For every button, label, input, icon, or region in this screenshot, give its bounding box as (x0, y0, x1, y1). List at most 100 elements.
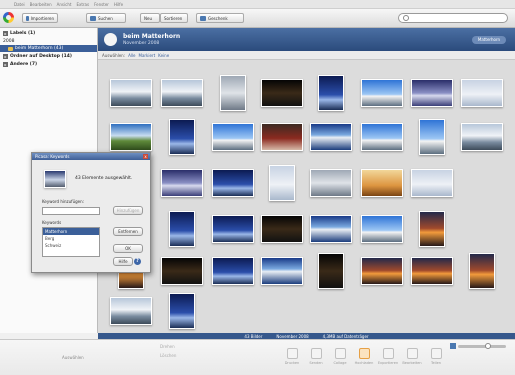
photo-thumbnail[interactable] (361, 257, 403, 285)
collapse-icon: ▸ (3, 31, 8, 36)
status-size: 4,3MB auf Datenträger (322, 333, 369, 339)
select-all-link[interactable]: Alle (128, 53, 135, 58)
collage-button[interactable]: Collage (330, 348, 350, 365)
photo-thumbnail[interactable] (212, 169, 254, 197)
import-button[interactable]: Importieren (22, 13, 58, 23)
ok-button[interactable]: OK (113, 244, 143, 253)
upload-icon (358, 348, 370, 359)
sidebar-item-album[interactable]: beim Matterhorn (43) (0, 45, 97, 52)
photo-thumbnail[interactable] (261, 123, 303, 151)
share-tool-button[interactable]: Teilen (426, 348, 446, 365)
photo-thumbnail[interactable] (261, 79, 303, 107)
photo-thumbnail[interactable] (361, 123, 403, 151)
photo-thumbnail[interactable] (212, 257, 254, 285)
selection-message: 43 Elemente ausgewählt. (75, 176, 133, 181)
keywords-list[interactable]: Matterhorn Berg Schweiz (42, 227, 100, 257)
photo-thumbnail[interactable] (110, 123, 152, 151)
select-marked-link[interactable]: Markiert (139, 53, 156, 58)
sidebar-other[interactable]: ▸ Andere (7) (0, 61, 97, 68)
send-button[interactable]: Senden (306, 348, 326, 365)
photo-thumbnail[interactable] (419, 119, 445, 155)
photo-thumbnail[interactable] (161, 257, 203, 285)
photo-thumbnail[interactable] (411, 257, 453, 285)
sidebar-labels[interactable]: ▸ Labels (1) (0, 30, 97, 37)
search-tool-button[interactable]: Suchen (86, 13, 126, 23)
remove-keyword-button[interactable]: Entfernen (113, 227, 143, 236)
photo-thumbnail[interactable] (318, 75, 344, 111)
close-icon[interactable]: x (143, 154, 148, 159)
photo-thumbnail[interactable] (261, 257, 303, 285)
edit-button[interactable]: Bearbeiten (402, 348, 422, 365)
tool-label: Drucken (284, 361, 300, 365)
menu-window[interactable]: Fenster (94, 2, 109, 7)
status-count: 43 Bilder (244, 333, 263, 339)
new-button[interactable]: Neu (140, 13, 160, 23)
photo-thumbnail[interactable] (169, 211, 195, 247)
upload-button[interactable]: Hochladen (354, 348, 374, 365)
photo-thumbnail[interactable] (361, 169, 403, 197)
share-icon (430, 348, 442, 359)
photo-tray: Auswählen Drehen Löschen Drucken Senden … (0, 339, 515, 375)
sort-button[interactable]: Sortieren (160, 13, 188, 23)
photo-thumbnail[interactable] (161, 169, 203, 197)
menu-file[interactable]: Datei (14, 2, 25, 7)
photo-thumbnail[interactable] (310, 215, 352, 243)
photo-thumbnail[interactable] (110, 297, 152, 325)
rotate-action[interactable]: Drehen (160, 344, 176, 353)
list-item[interactable]: Berg (43, 235, 99, 242)
photo-thumbnail[interactable] (212, 123, 254, 151)
photo-thumbnail[interactable] (419, 211, 445, 247)
zoom-knob[interactable] (485, 343, 491, 349)
help-button[interactable]: Hilfe (113, 257, 133, 266)
menu-tools[interactable]: Extras (76, 2, 89, 7)
tray-tools: Drucken Senden Collage Hochladen Exporti… (282, 348, 446, 365)
photo-thumbnail[interactable] (310, 169, 352, 197)
photo-thumbnail[interactable] (169, 119, 195, 155)
photo-thumbnail[interactable] (469, 253, 495, 289)
add-keyword-button[interactable]: Hinzufügen (113, 206, 143, 215)
tool-label: Exportieren (377, 361, 399, 365)
album-sort-pill[interactable]: Matterhorn (472, 36, 506, 44)
menu-bar: Datei Bearbeiten Ansicht Extras Fenster … (0, 0, 515, 9)
zoom-slider[interactable] (450, 343, 506, 349)
photo-thumbnail[interactable] (411, 169, 453, 197)
photo-thumbnail[interactable] (212, 215, 254, 243)
search-input[interactable] (398, 13, 508, 23)
list-item[interactable]: Schweiz (43, 242, 99, 249)
sidebar-year[interactable]: 2008 (0, 38, 97, 45)
share-button[interactable]: Geschenk (196, 13, 244, 23)
delete-action[interactable]: Löschen (160, 353, 176, 362)
menu-edit[interactable]: Bearbeiten (30, 2, 52, 7)
search-icon (403, 15, 409, 21)
select-none-link[interactable]: Keine (158, 53, 169, 58)
binoculars-icon (90, 15, 96, 21)
export-button[interactable]: Exportieren (378, 348, 398, 365)
photo-thumbnail[interactable] (110, 79, 152, 107)
sidebar-other-text: Andere (7) (10, 62, 38, 67)
edit-icon (406, 348, 418, 359)
photo-thumbnail[interactable] (411, 79, 453, 107)
search-tool-label: Suchen (98, 15, 113, 21)
photo-thumbnail[interactable] (361, 79, 403, 107)
tool-label: Hochladen (354, 361, 374, 365)
photo-thumbnail[interactable] (361, 215, 403, 243)
help-icon[interactable]: ? (134, 258, 141, 265)
photo-thumbnail[interactable] (261, 215, 303, 243)
menu-view[interactable]: Ansicht (57, 2, 72, 7)
expand-icon: ▸ (3, 62, 8, 67)
list-item[interactable]: Matterhorn (43, 228, 99, 235)
photo-thumbnail[interactable] (461, 79, 503, 107)
photo-thumbnail[interactable] (269, 165, 295, 201)
photo-thumbnail[interactable] (220, 75, 246, 111)
photo-thumbnail[interactable] (161, 79, 203, 107)
photo-thumbnail[interactable] (169, 293, 195, 329)
photo-thumbnail[interactable] (310, 123, 352, 151)
photo-thumbnail[interactable] (461, 123, 503, 151)
sidebar-desktop-folders[interactable]: ▸ Ordner auf Desktop (14) (0, 53, 97, 60)
photo-thumbnail[interactable] (318, 253, 344, 289)
print-button[interactable]: Drucken (282, 348, 302, 365)
menu-help[interactable]: Hilfe (114, 2, 123, 7)
sidebar-year-text: 2008 (3, 39, 15, 44)
keyword-input[interactable] (42, 207, 100, 215)
tool-label: Bearbeiten (402, 361, 422, 365)
